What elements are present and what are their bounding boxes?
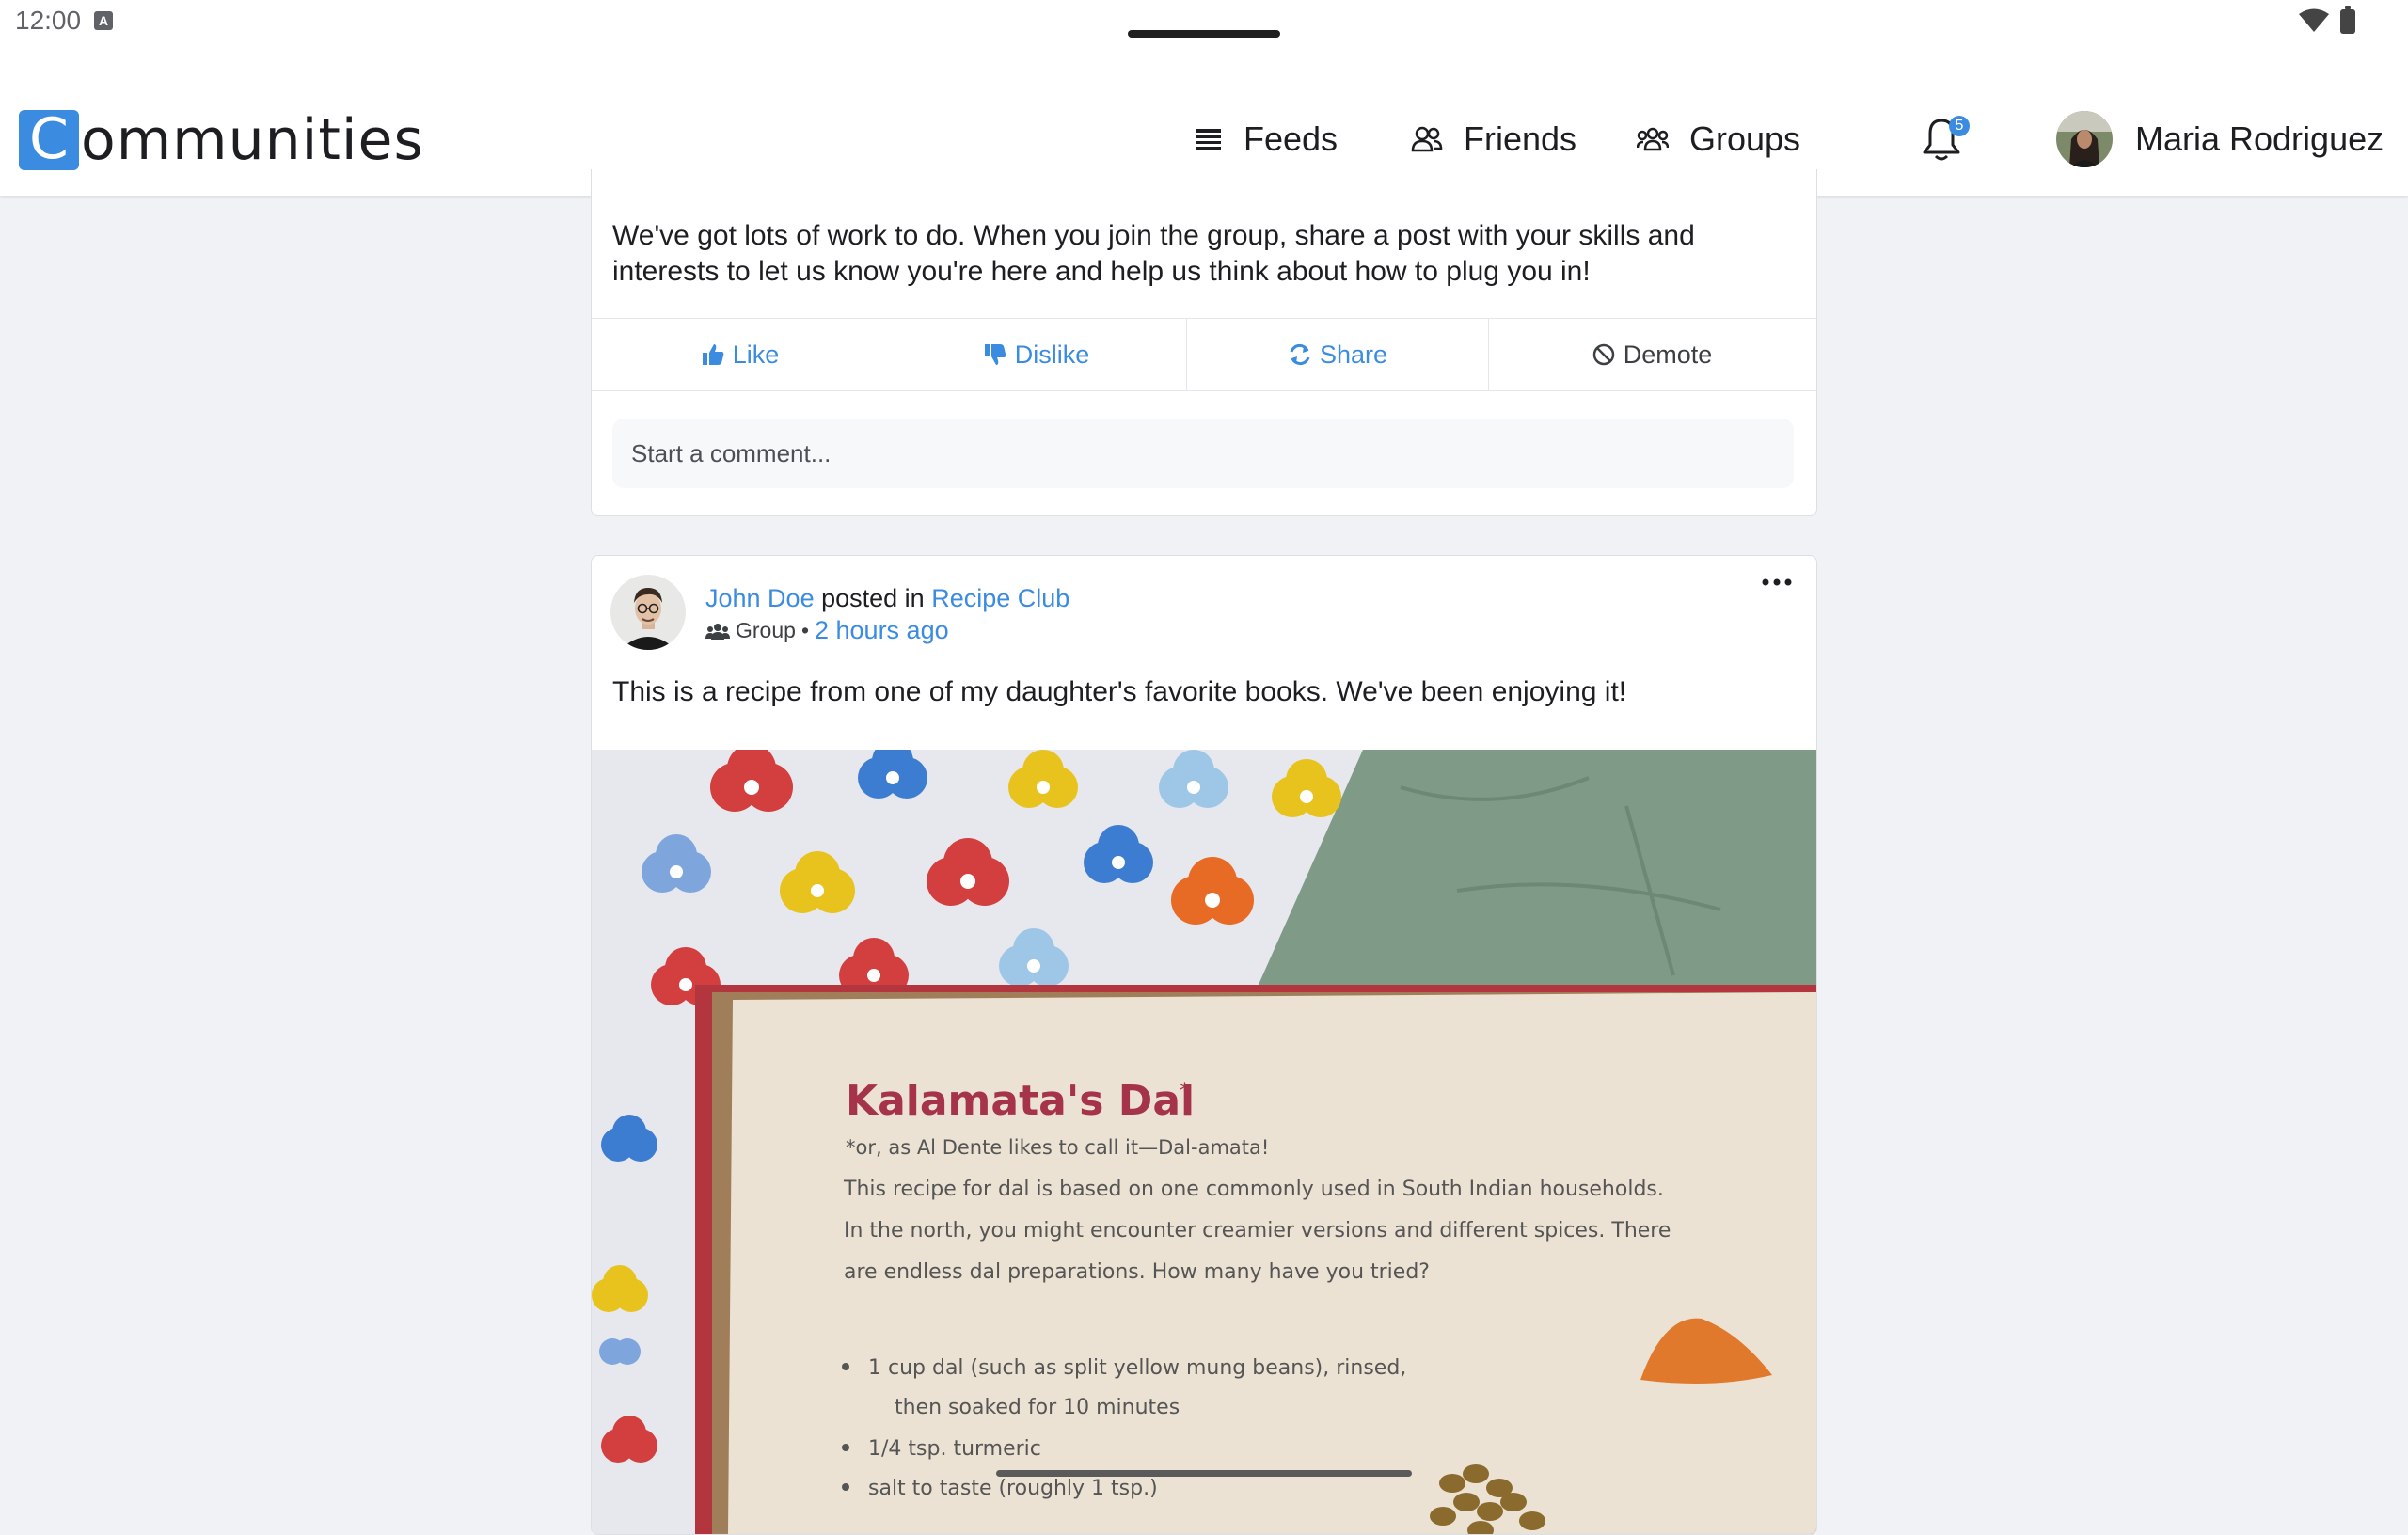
nav-feeds[interactable]: Feeds	[1195, 113, 1338, 166]
logo-letter: C	[19, 110, 79, 170]
recipe-ingredient: then soaked for 10 minutes	[895, 1396, 1180, 1419]
groups-icon	[1637, 127, 1669, 151]
thumbs-down-icon	[984, 344, 1006, 365]
demote-label: Demote	[1623, 340, 1713, 369]
more-options-icon[interactable]	[1758, 573, 1796, 592]
recipe-intro-line: In the north, you might encounter creami…	[844, 1219, 1671, 1242]
thumbs-up-icon	[702, 344, 724, 365]
dislike-label: Dislike	[1014, 340, 1090, 369]
logo-text: ommunities	[81, 107, 424, 173]
recipe-subtitle: *or, as Al Dente likes to call it—Dal-am…	[846, 1136, 1269, 1159]
nav-feeds-label: Feeds	[1244, 119, 1339, 158]
recipe-title-mark: *	[1180, 1080, 1190, 1103]
wifi-icon	[2299, 8, 2329, 32]
group-audience-icon	[705, 623, 730, 640]
recipe-intro-line: This recipe for dal is based on one comm…	[843, 1178, 1664, 1201]
post-text: This is a recipe from one of my daughter…	[612, 676, 1627, 707]
keyboard-a-icon: A	[94, 11, 113, 30]
friends-icon	[1411, 126, 1443, 152]
post-card: We've got lots of work to do. When you j…	[591, 169, 1817, 516]
battery-icon	[2340, 6, 2355, 34]
like-label: Like	[732, 340, 780, 369]
share-label: Share	[1319, 340, 1388, 369]
feeds-icon	[1196, 129, 1221, 150]
user-name: Maria Rodriguez	[2135, 119, 2384, 158]
post-timestamp[interactable]: 2 hours ago	[815, 616, 949, 645]
demote-button[interactable]: Demote	[1487, 319, 1816, 390]
posted-in-text: posted in	[821, 584, 925, 612]
recipe-ingredient: 1 cup dal (such as split yellow mung bea…	[868, 1356, 1406, 1380]
post-text: We've got lots of work to do. When you j…	[612, 220, 1695, 287]
nav-friends[interactable]: Friends	[1411, 113, 1576, 166]
recipe-title: Kalamata's Dal	[846, 1077, 1195, 1125]
post-card: John Doe posted in Recipe Club Group • 2…	[591, 555, 1817, 1535]
like-button[interactable]: Like	[592, 319, 888, 390]
gesture-nav-handle[interactable]	[996, 1470, 1412, 1477]
share-button[interactable]: Share	[1186, 319, 1489, 390]
dislike-button[interactable]: Dislike	[888, 319, 1184, 390]
communities-logo[interactable]: C ommunities	[19, 107, 424, 173]
recipe-intro-line: are endless dal preparations. How many h…	[844, 1260, 1430, 1284]
user-menu[interactable]: Maria Rodriguez	[2056, 102, 2384, 177]
ban-icon	[1592, 343, 1614, 366]
post-subheader: Group • 2 hours ago	[705, 616, 949, 645]
post-image[interactable]: Kalamata's Dal * *or, as Al Dente likes …	[592, 750, 1816, 1534]
system-status-bar: 12:00 A	[0, 0, 2408, 85]
top-drag-handle[interactable]	[1128, 30, 1280, 38]
notifications-badge: 5	[1949, 116, 1970, 136]
avatar	[2056, 111, 2113, 167]
nav-groups[interactable]: Groups	[1637, 113, 1800, 166]
post-header: John Doe posted in Recipe Club	[705, 582, 1069, 614]
post-actions: Like Dislike Share Demote	[592, 318, 1816, 391]
nav-groups-label: Groups	[1689, 119, 1801, 158]
author-link[interactable]: John Doe	[705, 584, 815, 612]
refresh-share-icon	[1290, 343, 1310, 366]
avatar[interactable]	[610, 575, 686, 650]
nav-friends-label: Friends	[1464, 119, 1577, 158]
status-time: 12:00	[15, 6, 82, 35]
separator-dot: •	[800, 618, 809, 642]
recipe-ingredient: 1/4 tsp. turmeric	[868, 1437, 1041, 1461]
audience-label: Group	[736, 618, 796, 642]
recipe-ingredient: salt to taste (roughly 1 tsp.)	[868, 1477, 1158, 1500]
group-link[interactable]: Recipe Club	[931, 584, 1069, 612]
comment-input[interactable]: Start a comment...	[612, 419, 1794, 488]
